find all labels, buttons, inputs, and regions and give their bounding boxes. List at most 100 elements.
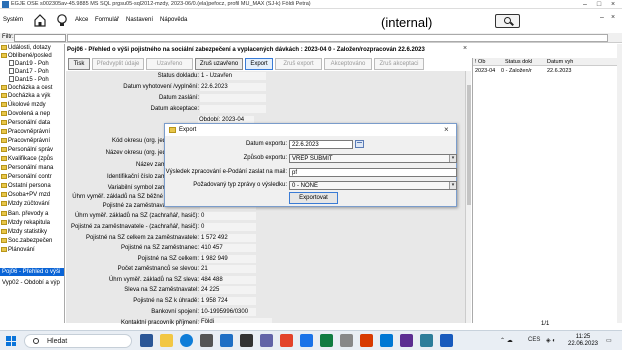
cancel-closed-button[interactable]: Zruš uzavřeno bbox=[195, 58, 243, 70]
field-value[interactable]: 24 225 bbox=[200, 286, 256, 294]
close-button[interactable]: × bbox=[606, 0, 620, 9]
outlook-icon[interactable] bbox=[220, 334, 233, 347]
tree-item[interactable]: Dan15 - Poh bbox=[9, 76, 49, 84]
notifications-icon[interactable]: ▭ bbox=[606, 337, 612, 344]
tree-item[interactable]: Kvalifikace (způs bbox=[1, 155, 53, 163]
tree-item[interactable]: Ban. převody a bbox=[1, 210, 48, 218]
field-value[interactable]: Földi bbox=[200, 318, 272, 323]
tree-item[interactable]: Personální správ bbox=[1, 146, 53, 154]
tree-item[interactable]: Pracovněprávní bbox=[1, 137, 50, 145]
teams-icon[interactable] bbox=[260, 334, 273, 347]
excel-icon[interactable] bbox=[320, 334, 333, 347]
search-button[interactable] bbox=[495, 14, 520, 28]
close-document-icon[interactable]: × bbox=[463, 45, 467, 52]
tree-item[interactable]: Docházka a výk bbox=[1, 92, 50, 100]
field-value[interactable]: 10-1995996/0300 bbox=[200, 308, 256, 316]
app-icon[interactable] bbox=[400, 334, 413, 347]
maximize-button[interactable]: □ bbox=[592, 0, 606, 9]
tree-item[interactable]: Mzdy zúčtování bbox=[1, 200, 50, 208]
export-button[interactable]: Export bbox=[245, 58, 273, 70]
tree-item[interactable]: Pracovněprávní bbox=[1, 128, 50, 136]
closed-button[interactable]: Uzavřeno bbox=[146, 58, 193, 70]
close-panel-button[interactable]: × bbox=[609, 14, 617, 22]
scrollbar-thumb[interactable] bbox=[467, 85, 471, 205]
network-volume-icons[interactable]: ◈ ◐ bbox=[546, 337, 556, 344]
menu-nastaveni[interactable]: Nastavení bbox=[126, 17, 153, 23]
home-icon[interactable] bbox=[34, 14, 46, 27]
cancel-acceptance-button[interactable]: Zruš akceptaci bbox=[374, 58, 424, 70]
store-icon[interactable] bbox=[200, 334, 213, 347]
tree-item[interactable]: Ostatní persona bbox=[1, 182, 51, 190]
open-document-item[interactable]: Vyp02 - Období a výp bbox=[0, 279, 60, 287]
field-value[interactable] bbox=[200, 94, 266, 102]
grid-column-header[interactable]: Status dokl bbox=[505, 59, 532, 65]
minimize-panel-button[interactable]: – bbox=[598, 14, 606, 22]
close-icon[interactable]: × bbox=[444, 125, 449, 134]
field-value[interactable]: 484 488 bbox=[200, 276, 256, 284]
tray-icons[interactable]: ⌃ ☁ bbox=[500, 337, 513, 344]
app-icon[interactable] bbox=[420, 334, 433, 347]
tree-item[interactable]: Dan17 - Poh bbox=[9, 68, 49, 76]
form-scrollbar[interactable] bbox=[465, 71, 471, 323]
field-value[interactable]: 22.6.2023 bbox=[200, 83, 266, 91]
terminal-icon[interactable] bbox=[240, 334, 253, 347]
field-value[interactable]: 1 - Uzavřen bbox=[200, 72, 266, 80]
edge-icon[interactable] bbox=[180, 334, 193, 347]
table-row[interactable]: 2023-04 0 - Založen/r 22.6.2023 bbox=[473, 67, 618, 75]
language-indicator[interactable]: CES bbox=[528, 337, 540, 343]
tree-item[interactable]: Personální contr bbox=[1, 173, 52, 181]
tree-item[interactable]: Události, dotazy bbox=[1, 44, 51, 52]
tree-item[interactable]: Mzdy rekapitula bbox=[1, 219, 50, 227]
export-method-select[interactable]: VREP SUBMIT ▾ bbox=[289, 154, 457, 163]
chevron-down-icon[interactable]: ▾ bbox=[449, 182, 456, 189]
tree-item[interactable]: Docházka a cest bbox=[1, 84, 52, 92]
quick-search-input[interactable] bbox=[67, 34, 608, 42]
clock[interactable]: 11:25 22.06.2023 bbox=[566, 334, 600, 348]
grid-column-header[interactable]: ! Ob bbox=[475, 59, 485, 65]
right-scrollbar[interactable] bbox=[617, 44, 622, 323]
export-date-input[interactable]: 22.6.2023 bbox=[289, 140, 353, 149]
menu-napoveda[interactable]: Nápověda bbox=[160, 17, 187, 23]
tree-item[interactable]: Mzdy statistiky bbox=[1, 228, 47, 236]
app-icon[interactable] bbox=[360, 334, 373, 347]
powerpoint-icon[interactable] bbox=[280, 334, 293, 347]
accepted-button[interactable]: Akceptováno bbox=[324, 58, 372, 70]
export-confirm-button[interactable]: Exportovat bbox=[289, 192, 338, 204]
tree-item[interactable]: Osoba+PV mzd bbox=[1, 191, 50, 199]
taskbar-search[interactable]: Hledat bbox=[24, 334, 132, 348]
prefill-button[interactable]: Předvyplit údaje bbox=[92, 58, 144, 70]
tree-item[interactable]: Personální data bbox=[1, 119, 50, 127]
tree-item[interactable]: Dan19 - Poh bbox=[9, 60, 49, 68]
field-value[interactable]: 1 958 724 bbox=[200, 297, 256, 305]
tree-item[interactable]: Dovolená a nep bbox=[1, 110, 50, 118]
minimize-button[interactable]: – bbox=[578, 0, 592, 9]
menu-system[interactable]: Systém bbox=[3, 17, 23, 23]
word-icon[interactable] bbox=[440, 334, 453, 347]
lightbulb-icon[interactable] bbox=[56, 14, 68, 27]
field-value[interactable]: 0 bbox=[200, 212, 256, 220]
filter-input[interactable] bbox=[14, 34, 66, 42]
field-value[interactable]: 0 bbox=[200, 223, 256, 231]
tree-item[interactable]: Personální mana bbox=[1, 164, 53, 172]
field-value[interactable]: 410 457 bbox=[200, 244, 256, 252]
app-icon[interactable] bbox=[340, 334, 353, 347]
menu-formular[interactable]: Formulář bbox=[95, 17, 119, 23]
grid-column-header[interactable]: Datum vyh bbox=[547, 59, 573, 65]
tree-item[interactable]: Plánování bbox=[1, 246, 35, 254]
chevron-down-icon[interactable]: ▾ bbox=[449, 155, 456, 162]
print-button[interactable]: Tisk bbox=[68, 58, 90, 70]
file-explorer-icon[interactable] bbox=[160, 334, 173, 347]
email-input[interactable]: pf bbox=[289, 168, 457, 177]
open-document-item[interactable]: Poj06 - Přehled o výši bbox=[0, 268, 64, 276]
cancel-export-button[interactable]: Zruš export bbox=[275, 58, 322, 70]
field-value[interactable]: 1 982 949 bbox=[200, 255, 256, 263]
field-value[interactable]: 21 bbox=[200, 265, 256, 273]
chrome-icon[interactable] bbox=[300, 334, 313, 347]
app-icon[interactable] bbox=[380, 334, 393, 347]
windows-icon[interactable] bbox=[6, 336, 16, 346]
task-view-icon[interactable] bbox=[140, 334, 153, 347]
tree-item[interactable]: Soc.zabezpečen bbox=[1, 237, 52, 245]
reply-type-select[interactable]: 0 - NONE ▾ bbox=[289, 181, 457, 190]
field-value[interactable]: 1 572 492 bbox=[200, 234, 256, 242]
calendar-icon[interactable] bbox=[355, 140, 364, 148]
